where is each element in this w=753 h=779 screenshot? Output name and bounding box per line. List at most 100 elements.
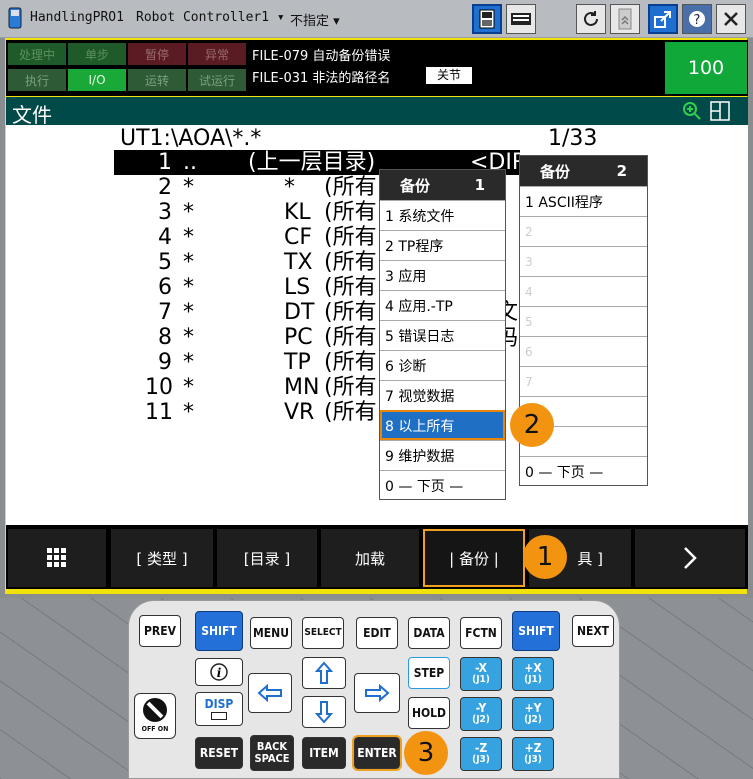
pendant-view-button[interactable]	[472, 4, 502, 34]
menu-item[interactable]: 4	[520, 276, 647, 306]
disp-key[interactable]: DISP	[195, 692, 243, 726]
menu-item[interactable]: 6 诊断	[380, 350, 505, 380]
menu-item[interactable]: 4 应用.-TP	[380, 290, 505, 320]
row-number: 1	[158, 150, 172, 175]
refresh-button[interactable]	[576, 4, 606, 34]
menu-key[interactable]: MENU	[250, 617, 292, 649]
row-name: *	[183, 250, 194, 275]
arrow-up-key[interactable]	[302, 657, 346, 689]
backspace-label-2: SPACE	[254, 752, 290, 765]
menu-item[interactable]: 6	[520, 336, 647, 366]
shift-key-left[interactable]: SHIFT	[195, 611, 243, 651]
row-desc: (所有	[324, 200, 377, 225]
menu-item[interactable]: 0 — 下页 —	[380, 470, 505, 500]
arrow-left-key[interactable]	[248, 673, 292, 713]
row-desc: (所有	[324, 275, 377, 300]
jog-minus-z-key[interactable]: -Z (J3)	[460, 737, 502, 771]
page-title: 文件	[12, 103, 52, 127]
alarm-close-button[interactable]: 关节	[426, 67, 472, 84]
row-name: *	[183, 325, 194, 350]
arrow-up-icon	[315, 661, 333, 684]
edit-key[interactable]: EDIT	[356, 617, 398, 649]
step-key[interactable]: STEP	[408, 657, 450, 689]
menu-item[interactable]: 5 错误日志	[380, 320, 505, 350]
led-io: I/O	[68, 69, 126, 91]
row-name: *	[183, 275, 194, 300]
shift-key-right[interactable]: SHIFT	[512, 611, 560, 651]
popup-page: 2	[616, 162, 627, 180]
row-ext: KL	[284, 200, 311, 225]
jog-joint: (J2)	[524, 714, 542, 725]
close-button[interactable]	[716, 4, 746, 34]
help-button[interactable]: ?	[682, 4, 712, 34]
menu-item[interactable]: 5	[520, 306, 647, 336]
keyboard-button[interactable]	[506, 4, 536, 34]
fkey-type[interactable]: [ 类型 ]	[111, 529, 213, 587]
menu-item[interactable]: 7 视觉数据	[380, 380, 505, 410]
fkey-dir[interactable]: [目录 ]	[217, 529, 317, 587]
menu-item[interactable]: 9 维护数据	[380, 440, 505, 470]
jog-plus-y-key[interactable]: +Y (J2)	[512, 697, 554, 731]
popup-title: 备份	[400, 176, 431, 195]
enable-switch[interactable]: OFF ON	[134, 693, 176, 739]
enter-key[interactable]: ENTER	[352, 735, 402, 771]
row-number: 7	[158, 300, 172, 325]
info-key[interactable]: i	[195, 658, 243, 686]
led-run: 执行	[8, 69, 66, 91]
fkey-next[interactable]	[635, 529, 745, 587]
fkey-load[interactable]: 加载	[321, 529, 419, 587]
arrow-down-key[interactable]	[302, 696, 346, 728]
scope-dropdown[interactable]: 不指定 ▾	[290, 10, 340, 29]
row-number: 11	[145, 400, 173, 425]
menu-item[interactable]: 8 以上所有	[380, 410, 505, 440]
row-desc: (所有	[324, 375, 377, 400]
hold-key[interactable]: HOLD	[408, 697, 450, 729]
fkey-backup[interactable]: | 备份 |	[423, 529, 525, 587]
disp-label: DISP	[204, 697, 234, 711]
row-name: ..	[183, 150, 197, 175]
jog-plus-x-key[interactable]: +X (J1)	[512, 657, 554, 691]
fctn-key[interactable]: FCTN	[460, 617, 502, 649]
keyboard-icon	[511, 13, 531, 25]
prev-key[interactable]: PREV	[139, 615, 181, 647]
row-name: *	[183, 300, 194, 325]
backspace-key[interactable]: BACK SPACE	[250, 735, 294, 771]
hand-button[interactable]	[610, 4, 640, 34]
controller-dropdown[interactable]: Robot Controller1 ▾	[136, 10, 285, 25]
jump-button[interactable]	[648, 4, 678, 34]
zoom-in-icon[interactable]	[682, 101, 702, 121]
refresh-icon	[584, 11, 598, 26]
jog-joint: (J1)	[524, 674, 542, 685]
menu-item[interactable]: 0 — 下页 —	[520, 456, 647, 486]
jog-minus-y-key[interactable]: -Y (J2)	[460, 697, 502, 731]
menu-item[interactable]: 7	[520, 366, 647, 396]
menu-item[interactable]: 3	[520, 246, 647, 276]
row-number: 4	[158, 225, 172, 250]
menu-item[interactable]: 3 应用	[380, 260, 505, 290]
row-ext: *	[284, 175, 295, 200]
menu-item[interactable]: 2 TP程序	[380, 230, 505, 260]
fkey-menu-grid[interactable]	[8, 529, 106, 587]
row-desc: (所有	[324, 400, 377, 425]
row-ext: VR	[284, 400, 315, 425]
reset-key[interactable]: RESET	[195, 737, 243, 769]
select-key[interactable]: SELECT	[302, 617, 344, 649]
led-step: 单步	[68, 43, 126, 65]
next-key[interactable]: NEXT	[572, 615, 614, 647]
item-key[interactable]: ITEM	[302, 737, 346, 769]
jog-plus-z-key[interactable]: +Z (J3)	[512, 737, 554, 771]
callout-3: 3	[404, 731, 448, 775]
menu-item[interactable]: 2	[520, 216, 647, 246]
arrow-right-key[interactable]	[354, 673, 400, 713]
menu-item[interactable]: 1 ASCII程序	[520, 186, 647, 216]
jog-minus-x-key[interactable]: -X (J1)	[460, 657, 502, 691]
menu-item[interactable]: 1 系统文件	[380, 200, 505, 230]
row-number: 2	[158, 175, 172, 200]
popup-header: 备份 2	[520, 156, 647, 186]
led-busy: 处理中	[8, 43, 66, 65]
split-window-icon[interactable]	[710, 101, 730, 121]
key-switch-icon	[143, 698, 167, 722]
svg-text:?: ?	[694, 13, 701, 28]
override-indicator[interactable]: 100	[665, 42, 747, 94]
data-key[interactable]: DATA	[408, 617, 450, 649]
